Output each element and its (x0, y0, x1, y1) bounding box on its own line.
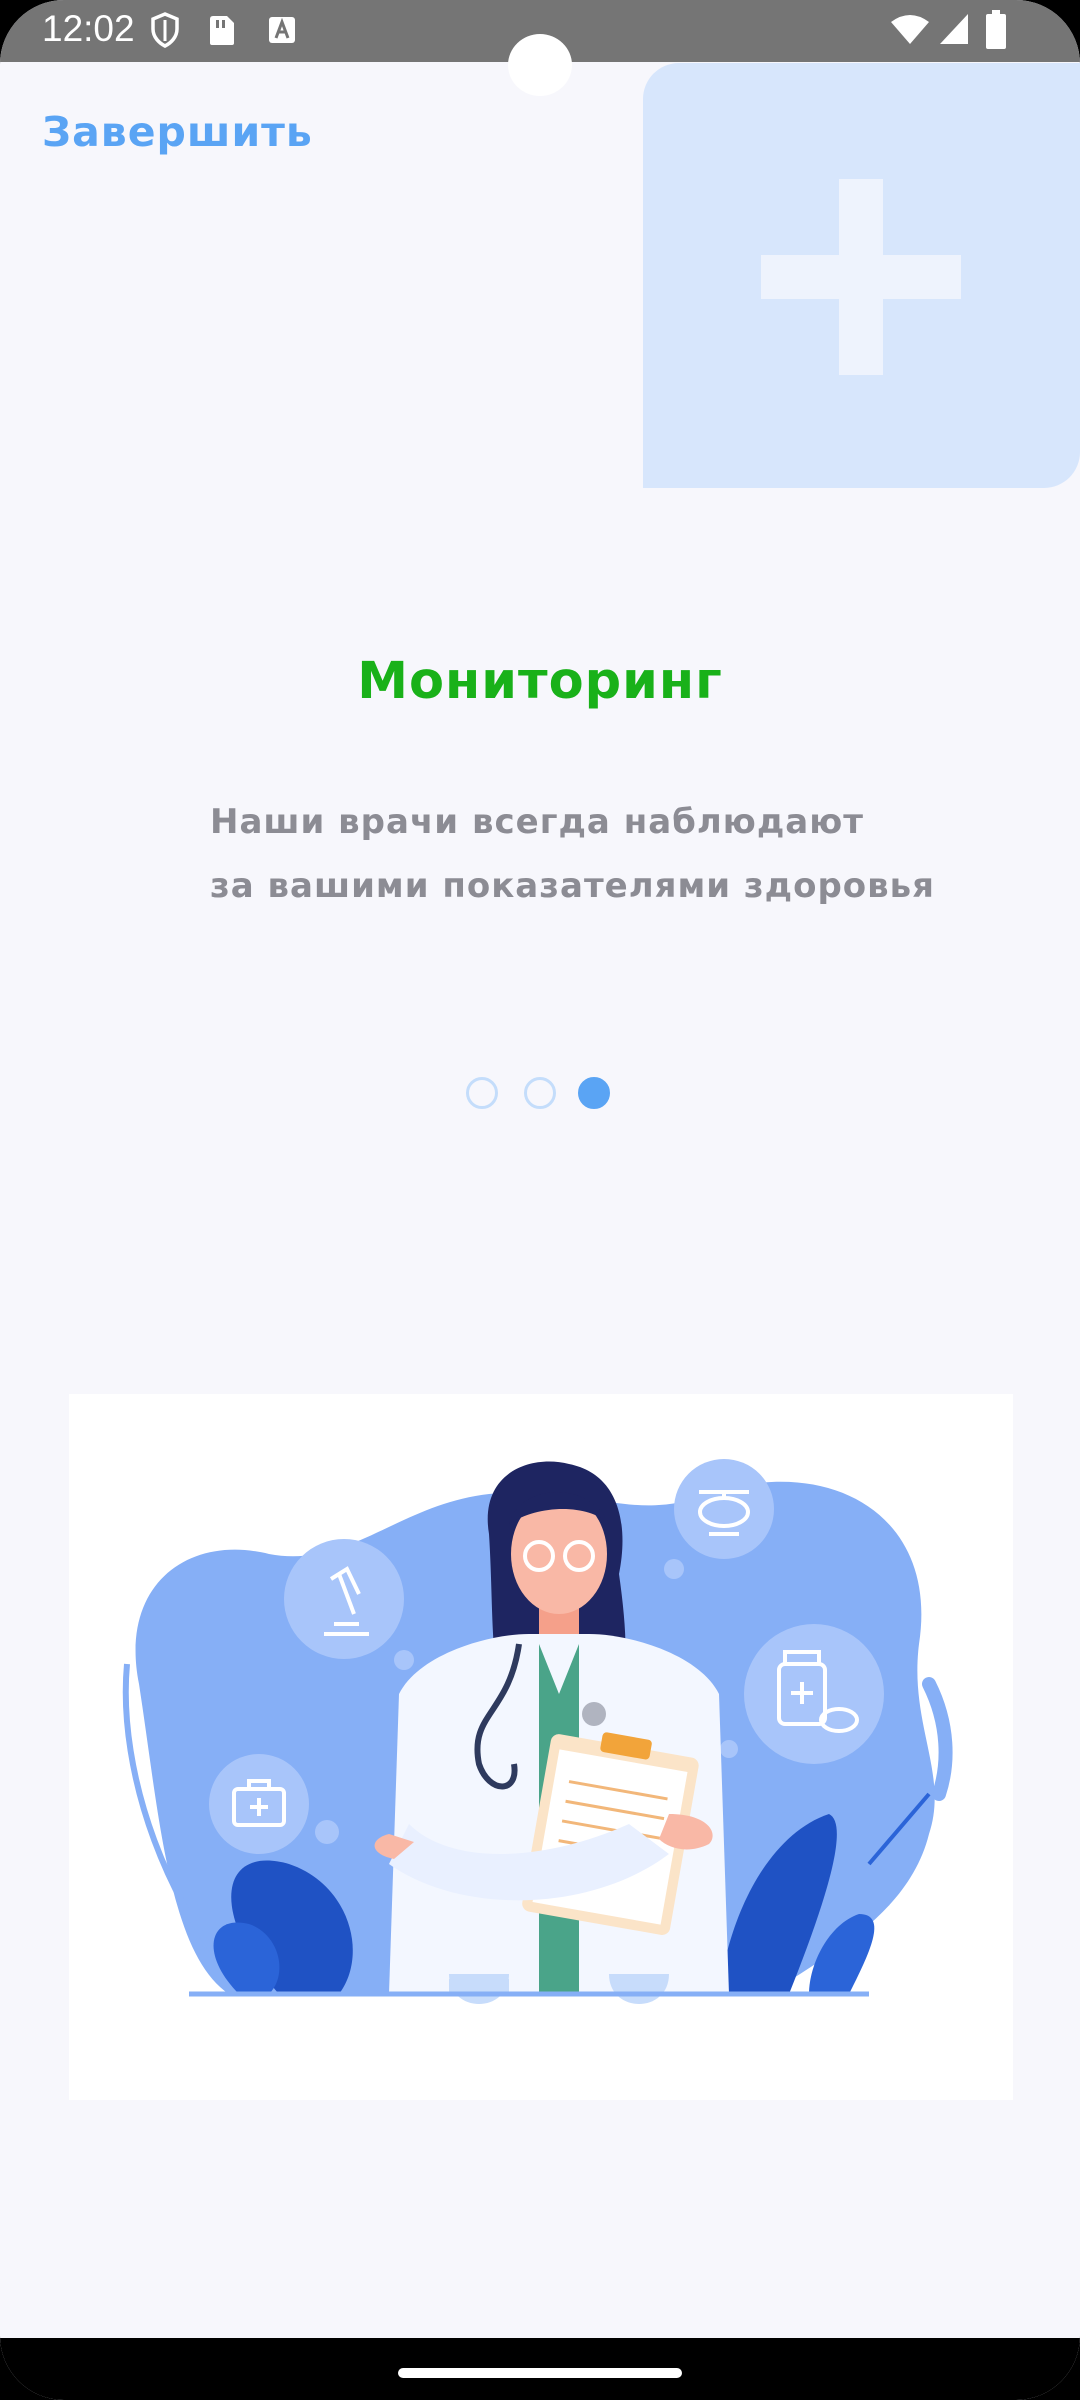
onboarding-screen: 12:02 Завершить Мониторинг Наши врачи вс… (0, 0, 1080, 2400)
onboarding-subtitle: Наши врачи всегда наблюдают за вашими по… (210, 790, 1010, 918)
sim-card-icon (208, 14, 236, 50)
page-dot-1[interactable] (466, 1077, 498, 1109)
shield-icon (150, 12, 180, 52)
battery-icon (985, 10, 1007, 54)
font-a-icon (268, 16, 296, 48)
doctor-illustration (69, 1394, 1013, 2100)
subtitle-line-2: за вашими показателями здоровья (210, 866, 936, 906)
page-dot-2[interactable] (524, 1077, 556, 1109)
onboarding-title: Мониторинг (357, 652, 723, 711)
page-dot-3-active[interactable] (578, 1077, 610, 1109)
home-gesture-handle[interactable] (398, 2368, 682, 2378)
plus-icon (761, 179, 961, 375)
finish-button[interactable]: Завершить (42, 108, 313, 156)
subtitle-line-1: Наши врачи всегда наблюдают (210, 802, 864, 842)
signal-icon (938, 12, 970, 50)
status-time: 12:02 (42, 8, 135, 49)
camera-cutout (508, 34, 572, 96)
decorative-plus-card (643, 63, 1080, 488)
wifi-icon (890, 14, 930, 50)
